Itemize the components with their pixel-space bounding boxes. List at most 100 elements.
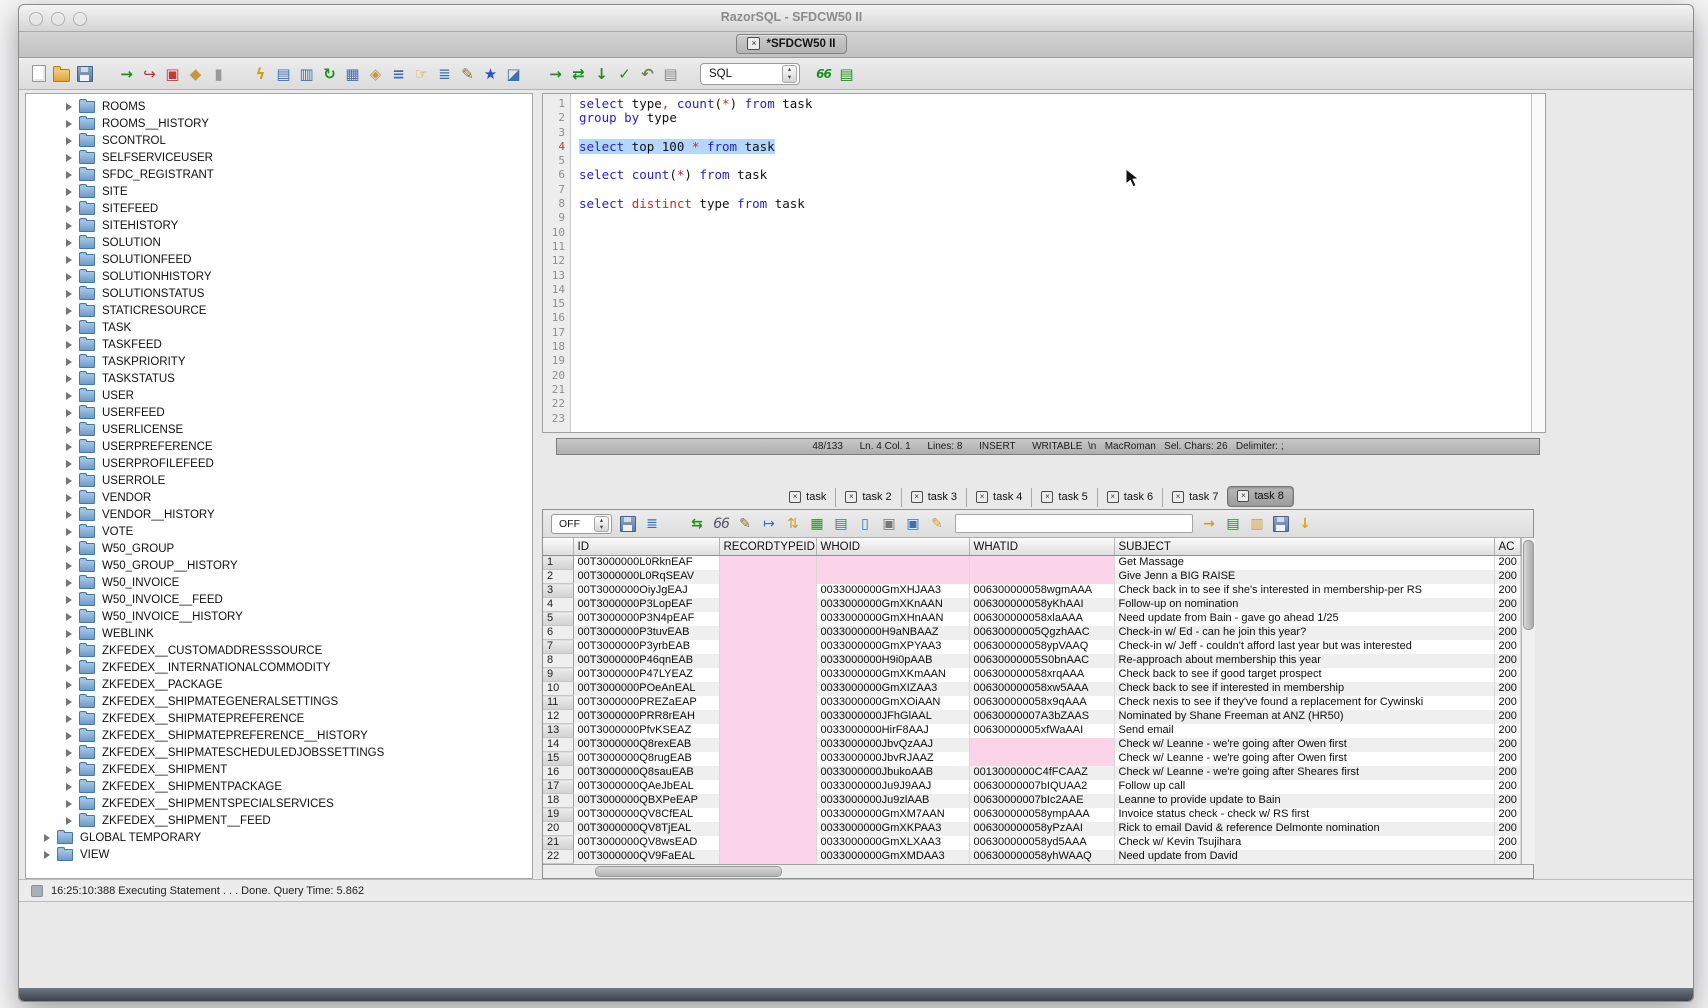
edit-cell-icon[interactable]: ✎ bbox=[736, 515, 754, 533]
commit-check-icon[interactable]: ✓ bbox=[615, 64, 634, 83]
tree-item-rooms-history[interactable]: ROOMS__HISTORY bbox=[26, 115, 532, 132]
cell-id[interactable]: 00T3000000PfvKSEAZ bbox=[573, 724, 719, 738]
cell-subject[interactable]: Check-in w/ Ed - can he join this year? bbox=[1114, 626, 1494, 640]
tab-close-icon[interactable]: × bbox=[845, 491, 857, 503]
table-row[interactable]: 200T3000000L0RqSEAVGive Jenn a BIG RAISE… bbox=[543, 570, 1520, 584]
disclosure-triangle-icon[interactable] bbox=[66, 290, 72, 298]
cell-rownum[interactable]: 18 bbox=[543, 794, 573, 808]
editor-line-22[interactable] bbox=[571, 397, 1531, 411]
cell-recordtypeid[interactable] bbox=[719, 738, 816, 752]
table-row[interactable]: 1000T3000000POeAnEAL0033000000GmXIZAA300… bbox=[543, 682, 1520, 696]
disclosure-triangle-icon[interactable] bbox=[66, 698, 72, 706]
cell-rownum[interactable]: 14 bbox=[543, 738, 573, 752]
editor-line-21[interactable] bbox=[571, 383, 1531, 397]
cell-whatid[interactable]: 006300000058x9qAAA bbox=[969, 696, 1114, 710]
table-row[interactable]: 1200T3000000PRR8rEAH0033000000JFhGlAAL00… bbox=[543, 710, 1520, 724]
results-hscrollbar[interactable] bbox=[543, 864, 1533, 878]
cell-whatid[interactable]: 006300000058yKhAAI bbox=[969, 598, 1114, 612]
favorites-star-icon[interactable]: ★ bbox=[481, 64, 500, 83]
editor-line-18[interactable] bbox=[571, 340, 1531, 354]
disclosure-triangle-icon[interactable] bbox=[66, 800, 72, 808]
editor-scrollbar[interactable] bbox=[1531, 94, 1545, 432]
table-row[interactable]: 600T3000000P3tuvEAB0033000000H9aNBAAZ006… bbox=[543, 626, 1520, 640]
cell-ac[interactable]: 200 bbox=[1494, 598, 1520, 612]
cell-rownum[interactable]: 5 bbox=[543, 612, 573, 626]
highlight-pen-icon[interactable]: ✎ bbox=[928, 515, 946, 533]
cell-whoid[interactable]: 0033000000HirF8AAJ bbox=[816, 724, 969, 738]
cell-id[interactable]: 00T3000000P3N4pEAF bbox=[573, 612, 719, 626]
vscroll-thumb[interactable] bbox=[1523, 540, 1534, 630]
format-sql-icon[interactable]: ☞ bbox=[412, 64, 431, 83]
disclosure-triangle-icon[interactable] bbox=[66, 188, 72, 196]
cell-recordtypeid[interactable] bbox=[719, 626, 816, 640]
cell-id[interactable]: 00T3000000P46qnEAB bbox=[573, 654, 719, 668]
describe-list-icon[interactable]: ≡ bbox=[389, 64, 408, 83]
tree-item-solution[interactable]: SOLUTION bbox=[26, 234, 532, 251]
cell-whoid[interactable]: 0033000000GmXOiAAN bbox=[816, 696, 969, 710]
cell-whatid[interactable]: 006300000058ypVAAQ bbox=[969, 640, 1114, 654]
cell-whoid[interactable] bbox=[816, 570, 969, 584]
tree-item-userlicense[interactable]: USERLICENSE bbox=[26, 421, 532, 438]
save-grid-icon[interactable] bbox=[1272, 515, 1290, 533]
schema-tree[interactable]: ROOMSROOMS__HISTORYSCONTROLSELFSERVICEUS… bbox=[25, 93, 533, 879]
cell-whatid[interactable]: 006300000058yPzAAI bbox=[969, 822, 1114, 836]
copy-cells-icon[interactable]: ▣ bbox=[880, 515, 898, 533]
tree-item-zkfedex-shipmatepreference[interactable]: ZKFEDEX__SHIPMATEPREFERENCE bbox=[26, 710, 532, 727]
disclosure-triangle-icon[interactable] bbox=[66, 715, 72, 723]
db-connect-icon[interactable]: → bbox=[117, 64, 136, 83]
tree-item-sitefeed[interactable]: SITEFEED bbox=[26, 200, 532, 217]
editor-line-2[interactable]: group by type bbox=[571, 111, 1531, 125]
cell-rownum[interactable]: 2 bbox=[543, 570, 573, 584]
result-tab-task-3[interactable]: ×task 3 bbox=[901, 488, 966, 507]
cell-whatid[interactable]: 00630000007bIQUAA2 bbox=[969, 780, 1114, 794]
view-record-icon[interactable]: ▯ bbox=[856, 515, 874, 533]
table-row[interactable]: 2100T3000000QV8wsEAD0033000000GmXLXAA300… bbox=[543, 836, 1520, 850]
tree-item-solutionstatus[interactable]: SOLUTIONSTATUS bbox=[26, 285, 532, 302]
cell-recordtypeid[interactable] bbox=[719, 570, 816, 584]
editor-line-9[interactable] bbox=[571, 211, 1531, 225]
cell-rownum[interactable]: 7 bbox=[543, 640, 573, 654]
cell-recordtypeid[interactable] bbox=[719, 850, 816, 864]
disclosure-triangle-icon[interactable] bbox=[66, 528, 72, 536]
cell-whoid[interactable]: 0033000000Ju9zlAAB bbox=[816, 794, 969, 808]
cell-whoid[interactable]: 0033000000JbukoAAB bbox=[816, 766, 969, 780]
tree-item-w50-invoice-feed[interactable]: W50_INVOICE__FEED bbox=[26, 591, 532, 608]
cell-recordtypeid[interactable] bbox=[719, 584, 816, 598]
tree-item-sitehistory[interactable]: SITEHISTORY bbox=[26, 217, 532, 234]
editor-line-12[interactable] bbox=[571, 254, 1531, 268]
editor-line-6[interactable]: select count(*) from task bbox=[571, 168, 1531, 182]
cell-recordtypeid[interactable] bbox=[719, 598, 816, 612]
table-row[interactable]: 900T3000000P47LYEAZ0033000000GmXKmAAN006… bbox=[543, 668, 1520, 682]
db-new-icon[interactable]: ◆ bbox=[186, 64, 205, 83]
cell-recordtypeid[interactable] bbox=[719, 710, 816, 724]
results-grid[interactable]: IDRECORDTYPEIDWHOIDWHATIDSUBJECTAC100T30… bbox=[543, 538, 1521, 864]
table-row[interactable]: 700T3000000P3yrbEAB0033000000GmXPYAA3006… bbox=[543, 640, 1520, 654]
tree-item-global-temporary[interactable]: GLOBAL TEMPORARY bbox=[26, 829, 532, 846]
cell-rownum[interactable]: 17 bbox=[543, 780, 573, 794]
tab-close-icon[interactable]: × bbox=[1172, 491, 1184, 503]
cell-recordtypeid[interactable] bbox=[719, 794, 816, 808]
tree-item-view[interactable]: VIEW bbox=[26, 846, 532, 863]
cell-subject[interactable]: Check w/ Leanne - we're going after Owen… bbox=[1114, 738, 1494, 752]
cell-whoid[interactable]: 0033000000GmXKPAA3 bbox=[816, 822, 969, 836]
hscroll-thumb[interactable] bbox=[595, 866, 782, 877]
disclosure-triangle-icon[interactable] bbox=[66, 171, 72, 179]
cell-ac[interactable]: 200 bbox=[1494, 668, 1520, 682]
navigator-compass-icon[interactable]: ◈ bbox=[366, 64, 385, 83]
cell-recordtypeid[interactable] bbox=[719, 822, 816, 836]
column-header-ac[interactable]: AC bbox=[1494, 538, 1520, 556]
rollback-undo-icon[interactable]: ↶ bbox=[638, 64, 657, 83]
table-row[interactable]: 400T3000000P3LopEAF0033000000GmXKnAAN006… bbox=[543, 598, 1520, 612]
disclosure-triangle-icon[interactable] bbox=[66, 630, 72, 638]
cell-id[interactable]: 00T3000000P3yrbEAB bbox=[573, 640, 719, 654]
table-row[interactable]: 1800T3000000QBXPeEAP0033000000Ju9zlAAB00… bbox=[543, 794, 1520, 808]
tree-item-w50-group[interactable]: W50_GROUP bbox=[26, 540, 532, 557]
tab-close-icon[interactable]: × bbox=[1107, 491, 1119, 503]
tab-close-icon[interactable]: × bbox=[976, 491, 988, 503]
cell-subject[interactable]: Check back in to see if she's interested… bbox=[1114, 584, 1494, 598]
cell-rownum[interactable]: 15 bbox=[543, 752, 573, 766]
sql-history-icon[interactable]: ▤ bbox=[661, 64, 680, 83]
update-table-icon[interactable]: ▦ bbox=[808, 515, 826, 533]
cell-whoid[interactable]: 0033000000GmXHJAA3 bbox=[816, 584, 969, 598]
editor-line-1[interactable]: select type, count(*) from task bbox=[571, 97, 1531, 111]
